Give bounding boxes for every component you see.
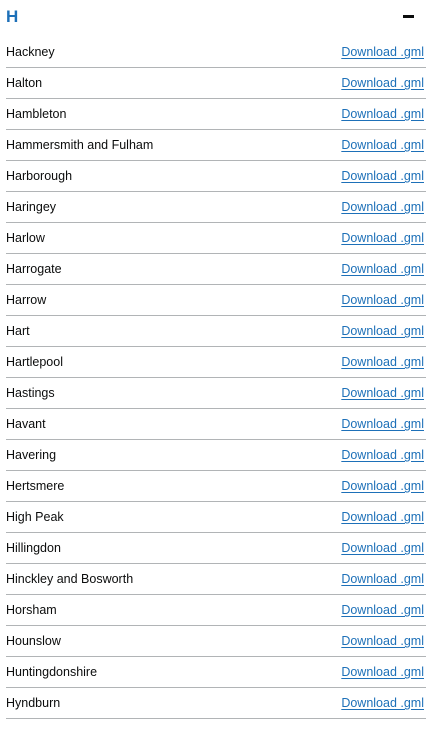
download-gml-link[interactable]: Download .gml bbox=[341, 76, 424, 90]
district-name: Hinckley and Bosworth bbox=[6, 572, 134, 586]
list-item: Hertsmere Download .gml bbox=[6, 471, 426, 502]
download-gml-link[interactable]: Download .gml bbox=[341, 45, 424, 59]
download-gml-link[interactable]: Download .gml bbox=[341, 200, 424, 214]
download-gml-link[interactable]: Download .gml bbox=[341, 541, 424, 555]
download-gml-link[interactable]: Download .gml bbox=[341, 448, 424, 462]
district-name: High Peak bbox=[6, 510, 64, 524]
list-item: Halton Download .gml bbox=[6, 68, 426, 99]
list-item: Hillingdon Download .gml bbox=[6, 533, 426, 564]
list-item: High Peak Download .gml bbox=[6, 502, 426, 533]
download-gml-link[interactable]: Download .gml bbox=[341, 231, 424, 245]
district-name: Hart bbox=[6, 324, 30, 338]
download-gml-link[interactable]: Download .gml bbox=[341, 138, 424, 152]
list-item: Harrogate Download .gml bbox=[6, 254, 426, 285]
download-gml-link[interactable]: Download .gml bbox=[341, 355, 424, 369]
download-gml-link[interactable]: Download .gml bbox=[341, 386, 424, 400]
download-gml-link[interactable]: Download .gml bbox=[341, 324, 424, 338]
download-gml-link[interactable]: Download .gml bbox=[341, 665, 424, 679]
district-name: Havering bbox=[6, 448, 57, 462]
district-name: Hertsmere bbox=[6, 479, 65, 493]
list-item: Hyndburn Download .gml bbox=[6, 688, 426, 719]
download-gml-link[interactable]: Download .gml bbox=[341, 634, 424, 648]
section-heading: H bbox=[6, 6, 19, 26]
accordion-header[interactable]: H bbox=[0, 0, 426, 37]
minus-icon bbox=[402, 15, 414, 18]
list-item: Hounslow Download .gml bbox=[6, 626, 426, 657]
download-gml-link[interactable]: Download .gml bbox=[341, 417, 424, 431]
download-gml-link[interactable]: Download .gml bbox=[341, 572, 424, 586]
list-item: Hastings Download .gml bbox=[6, 378, 426, 409]
district-name: Hyndburn bbox=[6, 696, 61, 710]
district-name: Hackney bbox=[6, 45, 55, 59]
list-item: Horsham Download .gml bbox=[6, 595, 426, 626]
district-name: Halton bbox=[6, 76, 43, 90]
list-item: Huntingdonshire Download .gml bbox=[6, 657, 426, 688]
district-name: Harrow bbox=[6, 293, 47, 307]
list-item: Haringey Download .gml bbox=[6, 192, 426, 223]
list-item: Havant Download .gml bbox=[6, 409, 426, 440]
download-gml-link[interactable]: Download .gml bbox=[341, 603, 424, 617]
district-name: Horsham bbox=[6, 603, 57, 617]
list-item: Hambleton Download .gml bbox=[6, 99, 426, 130]
district-name: Haringey bbox=[6, 200, 57, 214]
download-gml-link[interactable]: Download .gml bbox=[341, 510, 424, 524]
list-item: Hammersmith and Fulham Download .gml bbox=[6, 130, 426, 161]
district-name: Harrogate bbox=[6, 262, 62, 276]
collapse-button[interactable] bbox=[400, 9, 416, 25]
list-item: Harlow Download .gml bbox=[6, 223, 426, 254]
download-gml-link[interactable]: Download .gml bbox=[341, 262, 424, 276]
download-gml-link[interactable]: Download .gml bbox=[341, 479, 424, 493]
district-name: Huntingdonshire bbox=[6, 665, 98, 679]
list-item: Harrow Download .gml bbox=[6, 285, 426, 316]
district-name: Hounslow bbox=[6, 634, 61, 648]
district-name: Havant bbox=[6, 417, 46, 431]
list-item: Hart Download .gml bbox=[6, 316, 426, 347]
district-name: Hartlepool bbox=[6, 355, 63, 369]
download-gml-link[interactable]: Download .gml bbox=[341, 293, 424, 307]
list-item: Havering Download .gml bbox=[6, 440, 426, 471]
list-item: Harborough Download .gml bbox=[6, 161, 426, 192]
district-name: Hambleton bbox=[6, 107, 67, 121]
district-name: Harlow bbox=[6, 231, 45, 245]
district-name: Hillingdon bbox=[6, 541, 61, 555]
download-gml-link[interactable]: Download .gml bbox=[341, 107, 424, 121]
district-list: Hackney Download .gml Halton Download .gml H… bbox=[0, 37, 426, 719]
download-gml-link[interactable]: Download .gml bbox=[341, 169, 424, 183]
list-item: Hackney Download .gml bbox=[6, 37, 426, 68]
list-item: Hartlepool Download .gml bbox=[6, 347, 426, 378]
list-item: Hinckley and Bosworth Download .gml bbox=[6, 564, 426, 595]
district-name: Hammersmith and Fulham bbox=[6, 138, 154, 152]
download-gml-link[interactable]: Download .gml bbox=[341, 696, 424, 710]
district-name: Harborough bbox=[6, 169, 73, 183]
district-name: Hastings bbox=[6, 386, 55, 400]
